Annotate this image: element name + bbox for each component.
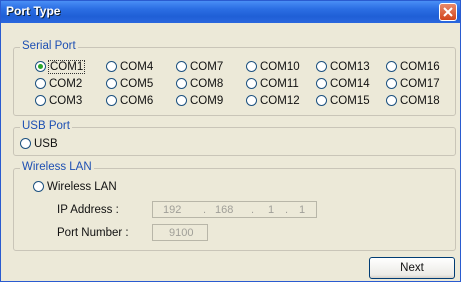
next-button[interactable]: Next <box>369 257 455 279</box>
ip-octet-2: 168 <box>215 204 234 216</box>
radio-circle <box>20 138 31 149</box>
radio-label-com18: COM18 <box>400 95 440 107</box>
radio-circle <box>106 95 117 106</box>
radio-com12[interactable]: COM12 <box>246 95 300 109</box>
radio-circle <box>35 95 46 106</box>
radio-circle <box>176 78 187 89</box>
radio-label-com5: COM5 <box>120 78 154 90</box>
radio-label-com3: COM3 <box>49 95 83 107</box>
radio-label-com15: COM15 <box>330 95 370 107</box>
radio-label-wireless: Wireless LAN <box>47 181 117 193</box>
ip-dot-2: . <box>251 204 255 216</box>
usb-port-group: USB Port <box>13 120 456 156</box>
radio-label-com6: COM6 <box>120 95 154 107</box>
radio-com13[interactable]: COM13 <box>316 61 370 75</box>
radio-com8[interactable]: COM8 <box>176 78 223 92</box>
radio-label-com7: COM7 <box>190 61 224 73</box>
radio-com11[interactable]: COM11 <box>246 78 299 92</box>
radio-com4[interactable]: COM4 <box>106 61 153 75</box>
radio-circle <box>386 61 397 72</box>
dialog-title: Port Type <box>6 4 61 18</box>
radio-circle <box>106 78 117 89</box>
radio-com10[interactable]: COM10 <box>246 61 300 75</box>
radio-label-com11: COM11 <box>260 78 299 90</box>
radio-com15[interactable]: COM15 <box>316 95 370 109</box>
port-number-value: 9100 <box>169 227 194 239</box>
radio-usb[interactable]: USB <box>20 138 58 152</box>
port-number-label: Port Number : <box>57 227 129 239</box>
serial-port-legend: Serial Port <box>20 40 78 52</box>
ip-address-label: IP Address : <box>57 204 119 216</box>
radio-circle <box>33 181 44 192</box>
radio-wireless-lan[interactable]: Wireless LAN <box>33 181 117 195</box>
radio-label-com4: COM4 <box>120 61 154 73</box>
port-number-field: 9100 <box>152 224 208 241</box>
radio-circle <box>246 78 257 89</box>
radio-com2[interactable]: COM2 <box>35 78 82 92</box>
radio-com1[interactable]: COM1 <box>35 60 86 75</box>
radio-circle <box>386 78 397 89</box>
ip-octet-1: 192 <box>163 204 182 216</box>
radio-com3[interactable]: COM3 <box>35 95 82 109</box>
title-bar[interactable]: Port Type <box>1 1 460 23</box>
radio-com17[interactable]: COM17 <box>386 78 440 92</box>
ip-octet-3: 1 <box>268 204 275 216</box>
wireless-lan-legend: Wireless LAN <box>20 161 94 173</box>
radio-label-com12: COM12 <box>260 95 300 107</box>
radio-label-com10: COM10 <box>260 61 300 73</box>
radio-circle <box>176 95 187 106</box>
radio-label-com9: COM9 <box>190 95 224 107</box>
radio-circle <box>35 78 46 89</box>
radio-circle <box>246 61 257 72</box>
radio-com6[interactable]: COM6 <box>106 95 153 109</box>
radio-label-com13: COM13 <box>330 61 370 73</box>
radio-circle <box>316 78 327 89</box>
radio-label-com1: COM1 <box>47 60 86 74</box>
close-button[interactable] <box>439 3 457 21</box>
ip-octet-4: 1 <box>299 204 306 216</box>
radio-label-usb: USB <box>34 138 58 150</box>
ip-dot-3: . <box>285 204 289 216</box>
radio-com16[interactable]: COM16 <box>386 61 440 75</box>
close-icon <box>443 7 453 17</box>
ip-address-field: 192 . 168 . 1 . 1 <box>152 201 317 218</box>
radio-circle <box>246 95 257 106</box>
radio-com9[interactable]: COM9 <box>176 95 223 109</box>
usb-port-legend: USB Port <box>20 120 72 132</box>
radio-com5[interactable]: COM5 <box>106 78 153 92</box>
radio-label-com14: COM14 <box>330 78 370 90</box>
radio-label-com8: COM8 <box>190 78 224 90</box>
radio-circle <box>35 61 46 72</box>
radio-circle <box>386 95 397 106</box>
radio-label-com2: COM2 <box>49 78 83 90</box>
radio-com18[interactable]: COM18 <box>386 95 440 109</box>
radio-circle <box>316 95 327 106</box>
radio-label-com16: COM16 <box>400 61 440 73</box>
radio-label-com17: COM17 <box>400 78 440 90</box>
radio-circle <box>316 61 327 72</box>
ip-dot-1: . <box>203 204 207 216</box>
radio-circle <box>176 61 187 72</box>
radio-com7[interactable]: COM7 <box>176 61 223 75</box>
port-type-dialog: Port Type Serial Port COM1 COM4 COM7 COM10 C… <box>0 0 461 282</box>
radio-com14[interactable]: COM14 <box>316 78 370 92</box>
radio-circle <box>106 61 117 72</box>
